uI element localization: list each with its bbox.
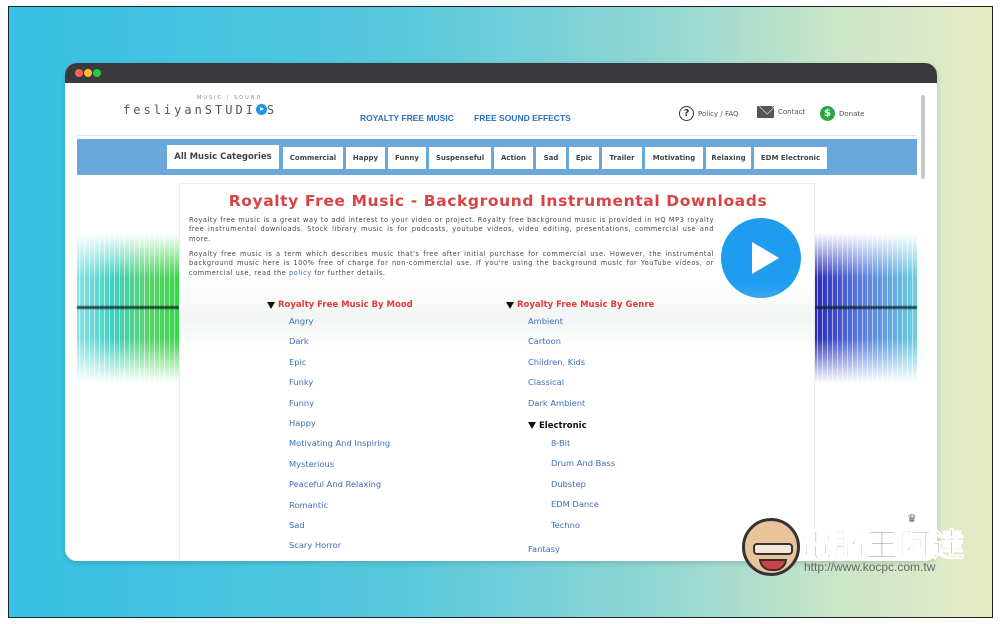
mood-item[interactable]: Peaceful And Relaxing: [289, 477, 413, 497]
mascot-face-icon: [742, 518, 800, 576]
site-header: MUSIC / SOUND fesliyanSTUDI S ROYALTY FRE…: [65, 83, 917, 135]
expanded-triangle-icon: [506, 301, 514, 309]
waveform-right-decoration: [815, 233, 917, 383]
electronic-item[interactable]: 8-Bit: [551, 436, 654, 456]
waveform-left-center-line: [77, 306, 179, 309]
expanded-triangle-icon: [528, 422, 536, 430]
watermark-logo: ♛ 電腦王阿達 http://www.kocpc.com.tw: [742, 512, 982, 582]
mood-item[interactable]: Happy: [289, 416, 413, 436]
logo-name-left: fesliyan: [123, 103, 205, 117]
mood-item[interactable]: Scary Horror: [289, 538, 413, 558]
question-circle-icon: ?: [679, 106, 694, 121]
screenshot-frame: MUSIC / SOUND fesliyanSTUDI S ROYALTY FRE…: [8, 6, 993, 618]
category-tab-all-music-categories[interactable]: All Music Categories: [167, 145, 279, 169]
envelope-icon: [757, 106, 774, 118]
dollar-circle-icon: $: [820, 106, 835, 121]
header-divider: [77, 135, 917, 136]
electronic-subheading[interactable]: Electronic: [528, 416, 654, 436]
mood-item[interactable]: Angry: [289, 314, 413, 334]
category-tab-epic[interactable]: Epic: [569, 147, 599, 169]
genre-item[interactable]: Children, Kids: [528, 355, 654, 375]
donate-label: Donate: [839, 109, 865, 118]
logo-wordmark: fesliyanSTUDI S: [123, 103, 277, 117]
mood-item[interactable]: Sad: [289, 518, 413, 538]
electronic-item[interactable]: EDM Dance: [551, 497, 654, 517]
mood-item[interactable]: Mysterious: [289, 457, 413, 477]
maximize-window-button[interactable]: [93, 69, 101, 77]
genre-item[interactable]: Classical: [528, 375, 654, 395]
browser-window: MUSIC / SOUND fesliyanSTUDI S ROYALTY FRE…: [65, 63, 937, 561]
genre-item[interactable]: Dark Ambient: [528, 396, 654, 416]
intro-paragraph-2-end: for further details.: [311, 268, 386, 277]
intro-paragraph-1: Royalty free music is a great way to add…: [189, 216, 714, 243]
smile-icon: [759, 559, 787, 571]
electronic-subheading-label: Electronic: [539, 420, 587, 431]
category-tab-funny[interactable]: Funny: [388, 147, 426, 169]
nav-free-sound-effects[interactable]: FREE SOUND EFFECTS: [474, 113, 571, 123]
waveform-left-decoration: [77, 233, 179, 383]
logo-name-studio: STUDI: [204, 103, 256, 117]
policy-faq-label: Policy / FAQ: [698, 109, 739, 118]
mood-item[interactable]: Funny: [289, 396, 413, 416]
category-tab-motivating[interactable]: Motivating: [645, 147, 703, 169]
policy-inline-link[interactable]: policy: [289, 269, 312, 277]
mood-list: Royalty Free Music By Mood Angry Dark Ep…: [267, 300, 413, 559]
mood-item[interactable]: Romantic: [289, 498, 413, 518]
category-tab-happy[interactable]: Happy: [346, 147, 385, 169]
genre-item[interactable]: Ambient: [528, 314, 654, 334]
play-circle-icon: [255, 104, 267, 115]
genre-item[interactable]: Cartoon: [528, 334, 654, 354]
page-title: Royalty Free Music - Background Instrume…: [228, 192, 768, 210]
mood-heading-label: Royalty Free Music By Mood: [278, 300, 413, 310]
category-tab-trailer[interactable]: Trailer: [602, 147, 642, 169]
logo-tagline: MUSIC / SOUND: [197, 95, 263, 101]
nav-royalty-free-music[interactable]: ROYALTY FREE MUSIC: [360, 113, 454, 123]
contact-link[interactable]: Contact: [757, 106, 805, 118]
category-tab-action[interactable]: Action: [494, 147, 533, 169]
category-tab-relaxing[interactable]: Relaxing: [706, 147, 751, 169]
electronic-item[interactable]: Dubstep: [551, 477, 654, 497]
category-bar: All Music Categories Commercial Happy Fu…: [77, 139, 917, 175]
mood-item[interactable]: Epic: [289, 355, 413, 375]
watermark-url: http://www.kocpc.com.tw: [804, 560, 936, 574]
donate-link[interactable]: $ Donate: [820, 106, 864, 121]
policy-faq-link[interactable]: ? Policy / FAQ: [679, 106, 739, 121]
category-tab-suspenseful[interactable]: Suspenseful: [429, 147, 491, 169]
electronic-item[interactable]: Techno: [551, 518, 654, 538]
intro-paragraph-2: Royalty free music is a term which descr…: [189, 250, 714, 278]
mood-heading[interactable]: Royalty Free Music By Mood: [267, 300, 413, 310]
minimize-window-button[interactable]: [84, 69, 92, 77]
mood-item[interactable]: Motivating And Inspiring: [289, 436, 413, 456]
close-window-button[interactable]: [75, 69, 83, 77]
category-tab-commercial[interactable]: Commercial: [283, 147, 343, 169]
genre-heading-label: Royalty Free Music By Genre: [517, 300, 655, 310]
genre-heading[interactable]: Royalty Free Music By Genre: [506, 300, 654, 310]
glasses-icon: [753, 543, 793, 555]
category-tab-edm-electronic[interactable]: EDM Electronic: [754, 147, 827, 169]
waveform-right-center-line: [815, 306, 917, 309]
contact-label: Contact: [778, 108, 806, 116]
window-titlebar: [65, 63, 937, 83]
intro-paragraph-2-text: Royalty free music is a term which descr…: [189, 250, 714, 277]
electronic-item[interactable]: Drum And Bass: [551, 456, 654, 476]
mood-item[interactable]: Funky: [289, 375, 413, 395]
logo-name-end: S: [266, 103, 278, 117]
vertical-scrollbar[interactable]: [921, 95, 925, 179]
genre-list: Royalty Free Music By Genre Ambient Cart…: [506, 300, 654, 561]
mood-item[interactable]: Dark: [289, 334, 413, 354]
web-page: MUSIC / SOUND fesliyanSTUDI S ROYALTY FRE…: [65, 83, 937, 561]
genre-item[interactable]: Fantasy: [528, 542, 654, 561]
expanded-triangle-icon: [267, 301, 275, 309]
category-tab-sad[interactable]: Sad: [536, 147, 566, 169]
